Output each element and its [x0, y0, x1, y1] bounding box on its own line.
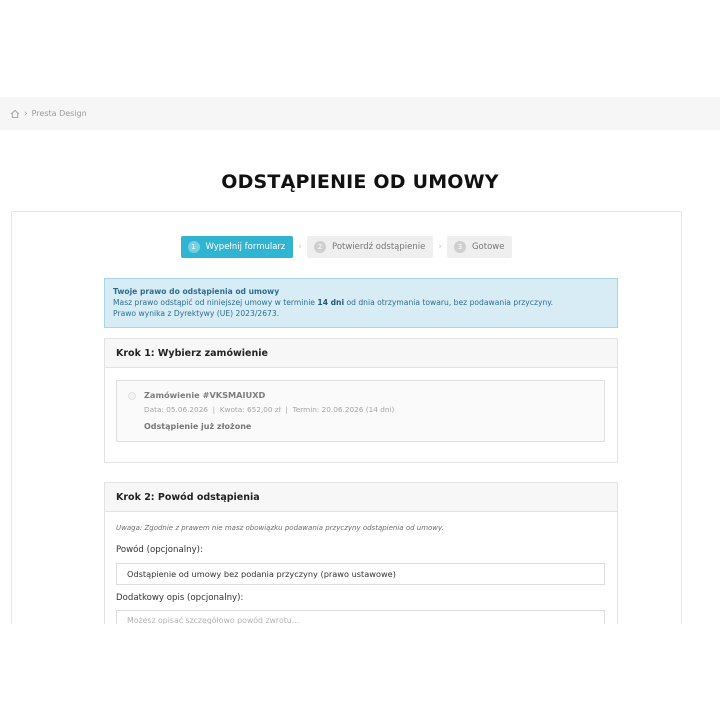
step-separator: › [438, 242, 442, 252]
order-meta: Data: 05.06.2026 | Kwota: 652,00 zł | Te… [144, 405, 395, 414]
step-label: Wypełnij formularz [205, 242, 286, 252]
home-icon[interactable] [10, 109, 20, 119]
step-number: 3 [453, 241, 466, 253]
info-line-2: Prawo wynika z Dyrektywy (UE) 2023/2673. [113, 309, 280, 318]
step-label: Potwierdź odstąpienie [332, 242, 426, 252]
step1-section: Krok 1: Wybierz zamówienie Zamówienie #V… [104, 338, 618, 463]
page-viewport: › Presta Design ODSTĄPIENIE OD UMOWY 1 W… [0, 97, 720, 624]
step1-heading: Krok 1: Wybierz zamówienie [105, 339, 617, 368]
order-radio[interactable] [128, 392, 136, 400]
info-deadline: 14 dni [317, 298, 345, 307]
step-number: 1 [187, 241, 200, 253]
withdrawal-form-card: 1 Wypełnij formularz › 2 Potwierdź odstą… [11, 211, 682, 624]
breadcrumb-current[interactable]: Presta Design [32, 109, 87, 118]
step2-section: Krok 2: Powód odstąpienia Uwaga: Zgodnie… [104, 482, 618, 624]
page-title: ODSTĄPIENIE OD UMOWY [221, 171, 499, 193]
step-separator: › [298, 242, 302, 252]
order-name: Zamówienie #VKSMAIUXD [144, 390, 266, 400]
description-textarea[interactable]: Możesz opisać szczegółowo powód zwrotu..… [116, 610, 605, 624]
breadcrumb: › Presta Design [0, 97, 720, 130]
description-label: Dodatkowy opis (opcjonalny): [116, 593, 244, 603]
step-done[interactable]: 3 Gotowe [446, 236, 513, 258]
step-confirm[interactable]: 2 Potwierdź odstąpienie [307, 236, 434, 258]
order-status: Odstąpienie już złożone [144, 422, 252, 431]
info-title: Twoje prawo do odstąpienia od umowy [113, 287, 280, 296]
info-text: od dnia otrzymania towaru, bez podawania… [344, 298, 554, 307]
rights-info-box: Twoje prawo do odstąpienia od umowy Masz… [104, 278, 618, 328]
step-fill-form[interactable]: 1 Wypełnij formularz [180, 236, 294, 258]
progress-steps: 1 Wypełnij formularz › 2 Potwierdź odstą… [12, 236, 681, 258]
step-number: 2 [314, 241, 326, 253]
legal-note: Uwaga: Zgodnie z prawem nie masz obowiąz… [116, 524, 444, 532]
order-option: Zamówienie #VKSMAIUXD Data: 05.06.2026 |… [116, 380, 605, 442]
step-label: Gotowe [471, 242, 505, 252]
reason-select[interactable]: Odstąpienie od umowy bez podania przyczy… [116, 563, 605, 585]
info-line-1: Masz prawo odstąpić od niniejszej umowy … [113, 297, 609, 308]
step2-heading: Krok 2: Powód odstąpienia [105, 483, 617, 512]
info-text: Masz prawo odstąpić od niniejszej umowy … [113, 298, 318, 307]
breadcrumb-separator: › [24, 108, 28, 119]
reason-label: Powód (opcjonalny): [116, 545, 203, 555]
